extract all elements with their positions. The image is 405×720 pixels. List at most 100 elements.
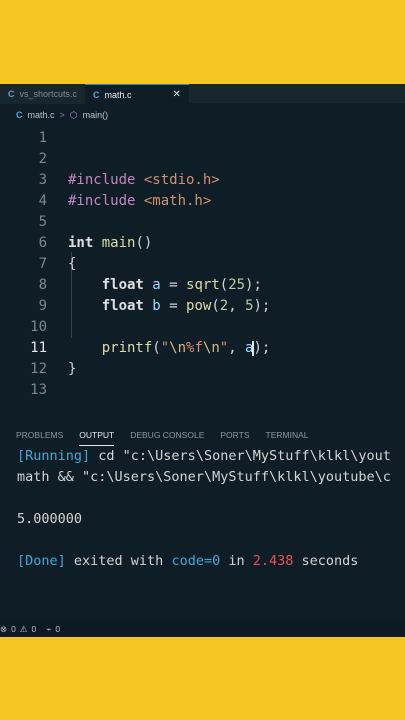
- code-token: ": [160, 340, 170, 356]
- line-number: 4: [38, 193, 47, 209]
- breadcrumb-file[interactable]: math.c: [28, 110, 55, 120]
- output-token: seconds: [293, 553, 359, 569]
- code-token: 2: [219, 298, 229, 314]
- line-number: 9: [38, 298, 47, 314]
- code-text: #include <math.h>: [68, 191, 211, 212]
- tab-label: math.c: [104, 89, 132, 100]
- output-token: in: [220, 553, 253, 569]
- ports-count: 0: [55, 624, 61, 634]
- code-text: printf("\n%f\n", a);: [68, 338, 271, 359]
- tab-label: vs_shortcuts.c: [19, 89, 78, 99]
- code-token: main: [101, 235, 136, 251]
- code-text: float a = sqrt(25);: [68, 275, 262, 296]
- code-token: (: [219, 277, 229, 293]
- tab-bar-fill: [188, 84, 405, 104]
- function-symbol-icon: ⬡: [69, 109, 78, 120]
- breadcrumb: C math.c > ⬡ main(): [0, 104, 405, 126]
- code-token: );: [245, 277, 262, 293]
- code-line[interactable]: 10: [0, 317, 405, 338]
- line-number: 6: [38, 235, 47, 251]
- breadcrumb-symbol[interactable]: main(): [83, 110, 109, 120]
- tab-vs-shortcuts[interactable]: C vs_shortcuts.c: [0, 84, 85, 104]
- code-token: );: [253, 340, 271, 356]
- code-token: =: [160, 277, 187, 293]
- line-number: 10: [30, 319, 47, 335]
- code-line[interactable]: 13: [0, 380, 405, 401]
- code-token: 25: [228, 277, 246, 293]
- code-token: );: [253, 298, 271, 314]
- output-panel[interactable]: [Running] cd "c:\Users\Soner\MyStuff\klk…: [17, 446, 391, 572]
- line-number: 8: [38, 277, 47, 293]
- code-line[interactable]: 3 #include <stdio.h>: [0, 170, 405, 191]
- output-line: [Running] cd "c:\Users\Soner\MyStuff\klk…: [17, 446, 391, 467]
- code-line[interactable]: 1: [0, 128, 405, 149]
- code-line[interactable]: 2: [0, 149, 405, 170]
- panel-tab-debug-console[interactable]: DEBUG CONSOLE: [130, 424, 204, 446]
- line-number: 11: [30, 340, 47, 356]
- code-line[interactable]: 5: [0, 212, 405, 233]
- code-line[interactable]: 4 #include <math.h>: [0, 191, 405, 212]
- c-file-icon: C: [93, 89, 100, 100]
- panel-tab-problems[interactable]: PROBLEMS: [16, 424, 63, 446]
- code-token: #include: [68, 193, 144, 209]
- code-editor[interactable]: 1 2 3 #include <stdio.h> 4 #include <math.h> 5…: [0, 126, 405, 398]
- error-count: 0: [11, 624, 16, 634]
- vscode-window: C vs_shortcuts.c C math.c ✕ C math.c > ⬡…: [0, 84, 405, 637]
- line-number: 1: [38, 130, 47, 146]
- code-token: b: [152, 298, 161, 314]
- close-icon[interactable]: ✕: [173, 89, 181, 100]
- code-text: }: [68, 359, 76, 380]
- code-line[interactable]: 9 float b = pow(2, 5);: [0, 296, 405, 317]
- output-line: math && "c:\Users\Soner\MyStuff\klkl\you…: [17, 467, 391, 488]
- code-text: {: [68, 254, 76, 275]
- line-number: 12: [30, 361, 47, 377]
- output-token: [Done]: [17, 553, 74, 569]
- code-line[interactable]: 6 int main(): [0, 233, 405, 254]
- code-token: }: [68, 361, 77, 377]
- code-token: %f: [186, 340, 203, 356]
- code-text: float b = pow(2, 5);: [68, 296, 271, 317]
- panel-tab-output[interactable]: OUTPUT: [79, 425, 115, 446]
- line-number: 7: [38, 256, 47, 272]
- code-token: float: [101, 277, 153, 293]
- output-token: code=0: [171, 553, 221, 569]
- panel-tab-bar: PROBLEMS OUTPUT DEBUG CONSOLE PORTS TERMINAL: [0, 424, 405, 446]
- output-token: 5.000000: [17, 511, 83, 527]
- code-token: =: [160, 298, 187, 314]
- code-token: 5: [245, 298, 254, 314]
- output-line: [Done] exited with code=0 in 2.438 secon…: [17, 551, 391, 572]
- output-token: cd "c:\Users\Soner\MyStuff\klkl\yout: [98, 448, 391, 464]
- code-token: (): [135, 235, 153, 251]
- code-line[interactable]: 8 float a = sqrt(25);: [0, 275, 405, 296]
- line-number: 2: [38, 151, 47, 167]
- warning-icon[interactable]: ⚠: [20, 624, 28, 635]
- code-text: #include <stdio.h>: [68, 170, 220, 191]
- output-token: exited with: [73, 553, 172, 569]
- panel-tab-ports[interactable]: PORTS: [220, 424, 249, 446]
- error-icon[interactable]: ⊗: [0, 624, 7, 635]
- code-token: #include: [68, 172, 144, 188]
- code-token: <stdio.h>: [143, 172, 220, 188]
- code-text: int main(): [68, 233, 152, 254]
- code-line[interactable]: 11 printf("\n%f\n", a);: [0, 338, 405, 359]
- code-token: \n: [169, 340, 187, 356]
- code-token: ,: [228, 340, 246, 356]
- code-line[interactable]: 7{: [0, 254, 405, 275]
- code-line[interactable]: 12}: [0, 359, 405, 380]
- code-token: (: [211, 298, 220, 314]
- c-file-icon: C: [8, 89, 15, 99]
- panel-tab-terminal[interactable]: TERMINAL: [266, 424, 309, 446]
- output-line: 5.000000: [17, 509, 391, 530]
- output-token: math && "c:\Users\Soner\MyStuff\klkl\you…: [17, 469, 391, 485]
- code-token: float: [101, 298, 153, 314]
- tab-math[interactable]: C math.c ✕: [85, 84, 189, 104]
- editor-tab-bar: C vs_shortcuts.c C math.c ✕: [0, 84, 405, 104]
- warning-count: 0: [31, 624, 37, 634]
- ports-icon[interactable]: ⌁: [46, 624, 51, 635]
- code-token: pow: [186, 298, 212, 314]
